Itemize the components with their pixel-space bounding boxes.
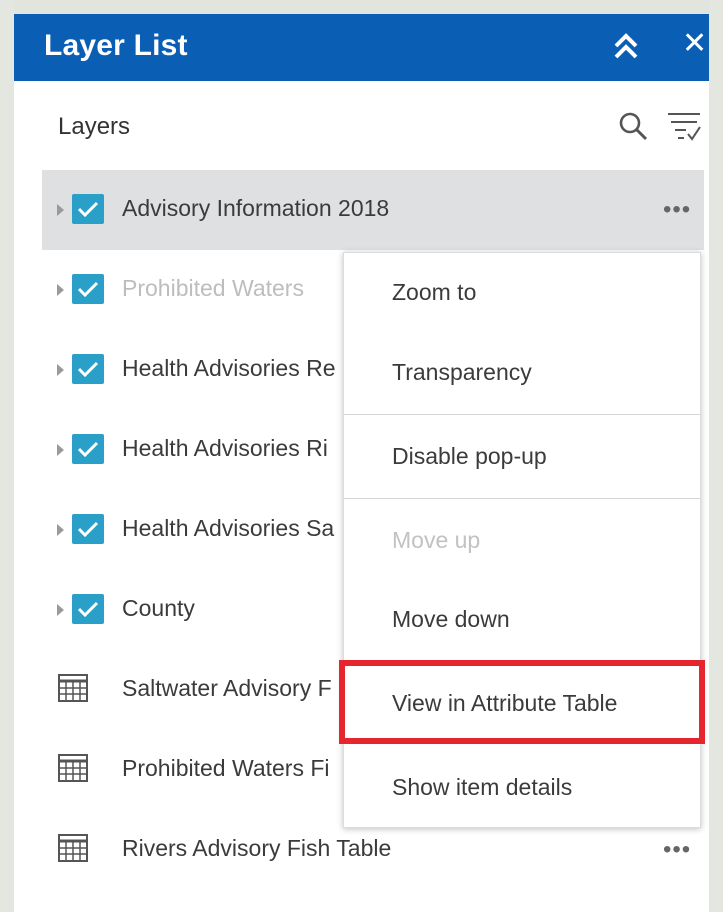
expand-triangle-icon[interactable] — [57, 284, 64, 296]
layer-label: Health Advisories Sa — [122, 515, 335, 541]
menu-item-disable-popup[interactable]: Disable pop-up — [344, 417, 700, 497]
menu-item-label: Move down — [392, 606, 510, 632]
menu-item-label: Disable pop-up — [392, 443, 547, 469]
table-icon — [58, 754, 88, 782]
more-options-icon[interactable]: ••• — [663, 838, 691, 862]
filter-list-icon[interactable] — [666, 110, 702, 144]
menu-item-move-up: Move up — [344, 501, 700, 581]
layer-checkbox[interactable] — [72, 594, 104, 624]
table-icon — [58, 674, 88, 702]
menu-item-show-item-details[interactable]: Show item details — [344, 748, 700, 828]
search-icon[interactable] — [618, 111, 648, 141]
map-edge-top — [0, 0, 723, 14]
expand-triangle-icon[interactable] — [57, 444, 64, 456]
layer-label: Prohibited Waters Fi — [122, 755, 330, 781]
menu-item-move-down[interactable]: Move down — [344, 580, 700, 660]
expand-triangle-icon[interactable] — [57, 204, 64, 216]
layers-heading: Layers — [58, 113, 131, 140]
menu-item-zoom-to[interactable]: Zoom to — [344, 253, 700, 333]
layer-checkbox[interactable] — [72, 434, 104, 464]
layer-label: Health Advisories Ri — [122, 435, 328, 461]
menu-divider — [344, 414, 700, 415]
layer-row-advisory-information[interactable]: Advisory Information 2018 ••• — [42, 170, 704, 250]
layer-label: Rivers Advisory Fish Table — [122, 835, 392, 861]
layer-label: County — [122, 595, 195, 621]
expand-triangle-icon[interactable] — [57, 364, 64, 376]
layer-checkbox[interactable] — [72, 194, 104, 224]
menu-item-label: Move up — [392, 527, 481, 553]
layer-label: Advisory Information 2018 — [122, 195, 390, 221]
layer-label: Saltwater Advisory F — [122, 675, 332, 701]
double-chevron-up-icon[interactable] — [612, 31, 640, 61]
layer-checkbox[interactable] — [72, 354, 104, 384]
table-icon — [58, 834, 88, 862]
map-edge-left — [0, 0, 14, 912]
more-options-icon[interactable]: ••• — [663, 198, 691, 222]
highlight-annotation-box — [339, 660, 705, 744]
menu-item-transparency[interactable]: Transparency — [344, 333, 700, 413]
panel-title: Layer List — [44, 29, 188, 62]
expand-triangle-icon[interactable] — [57, 604, 64, 616]
menu-item-label: Show item details — [392, 774, 573, 800]
menu-item-label: Zoom to — [392, 279, 477, 305]
close-icon[interactable]: ✕ — [682, 27, 707, 61]
layer-label: Health Advisories Re — [122, 355, 336, 381]
menu-divider — [344, 498, 700, 499]
layer-checkbox[interactable] — [72, 514, 104, 544]
expand-triangle-icon[interactable] — [57, 524, 64, 536]
layer-checkbox[interactable] — [72, 274, 104, 304]
layer-label: Prohibited Waters — [122, 275, 304, 301]
panel-header: Layer List ✕ — [14, 14, 709, 81]
menu-item-label: Transparency — [392, 359, 532, 385]
map-edge-right — [709, 0, 723, 912]
